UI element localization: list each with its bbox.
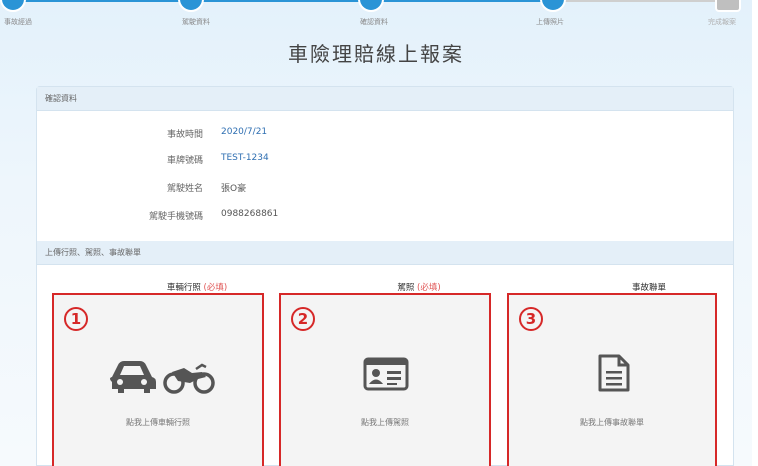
id-card-icon [363, 357, 409, 391]
step-4-icon [540, 0, 566, 12]
step-1-icon [0, 0, 26, 12]
upload-caption: 點我上傳事故聯單 [580, 418, 644, 427]
info-label: 駕駛手機號碼 [148, 212, 203, 222]
upload-accident-form-button[interactable]: 3 點我上傳事故聯單 [507, 293, 717, 466]
info-value: TEST-1234 [221, 153, 269, 163]
upload-caption: 點我上傳駕照 [361, 418, 409, 427]
step-3-label: 確認資料 [360, 18, 388, 26]
info-row-plate: 車牌號碼 TEST-1234 [37, 153, 733, 169]
progress-line-pending [560, 0, 730, 2]
progress-stepper: 事故經過 駕駛資料 確認資料 上傳照片 完成報案 [0, 0, 752, 30]
column-title-text: 事故聯單 [631, 283, 666, 293]
step-5-label: 完成報案 [708, 18, 736, 26]
column-title-driver-license: 駕照 (必填) [319, 281, 519, 293]
step-4-label: 上傳照片 [536, 18, 564, 26]
number-badge: 3 [519, 307, 543, 331]
column-title-text: 車輛行照 [166, 283, 201, 293]
required-mark: (必填) [203, 283, 228, 293]
claim-card: 確認資料 事故時間 2020/7/21 車牌號碼 TEST-1234 駕駛姓名 … [36, 86, 734, 466]
confirm-section-heading: 確認資料 [37, 87, 733, 111]
info-row-accident-date: 事故時間 2020/7/21 [37, 127, 733, 143]
info-row-driver-name: 駕駛姓名 張O豪 [37, 181, 733, 197]
info-label: 車牌號碼 [166, 156, 203, 166]
progress-line-done [10, 0, 570, 2]
step-2-label: 駕駛資料 [182, 18, 210, 26]
car-motorcycle-icon [110, 361, 215, 394]
column-title-vehicle-license: 車輛行照 (必填) [97, 281, 297, 293]
number-badge: 2 [291, 307, 315, 331]
upload-caption: 點我上傳車輛行照 [126, 418, 190, 427]
upload-driver-license-button[interactable]: 2 點我上傳駕照 [279, 293, 491, 466]
info-value: 張O豪 [221, 184, 247, 194]
info-value: 0988268861 [221, 209, 279, 219]
info-label: 事故時間 [166, 130, 203, 140]
step-1-label: 事故經過 [4, 18, 32, 26]
info-label: 駕駛姓名 [166, 184, 203, 194]
right-gutter [752, 0, 758, 466]
page-title: 車險理賠線上報案 [288, 42, 464, 66]
info-row-driver-phone: 駕駛手機號碼 0988268861 [37, 209, 733, 225]
required-mark: (必填) [417, 283, 441, 293]
column-title-text: 駕照 [397, 283, 415, 293]
step-3-icon [358, 0, 384, 12]
info-value: 2020/7/21 [221, 127, 268, 137]
document-icon [598, 354, 630, 392]
step-5-icon [715, 0, 741, 12]
upload-vehicle-license-button[interactable]: 1 點我上傳車輛行照 [52, 293, 264, 466]
column-title-accident-form: 事故聯單 [549, 281, 749, 293]
step-2-icon [178, 0, 204, 12]
number-badge: 1 [64, 307, 88, 331]
upload-section-heading: 上傳行照、駕照、事故聯單 [37, 241, 733, 265]
